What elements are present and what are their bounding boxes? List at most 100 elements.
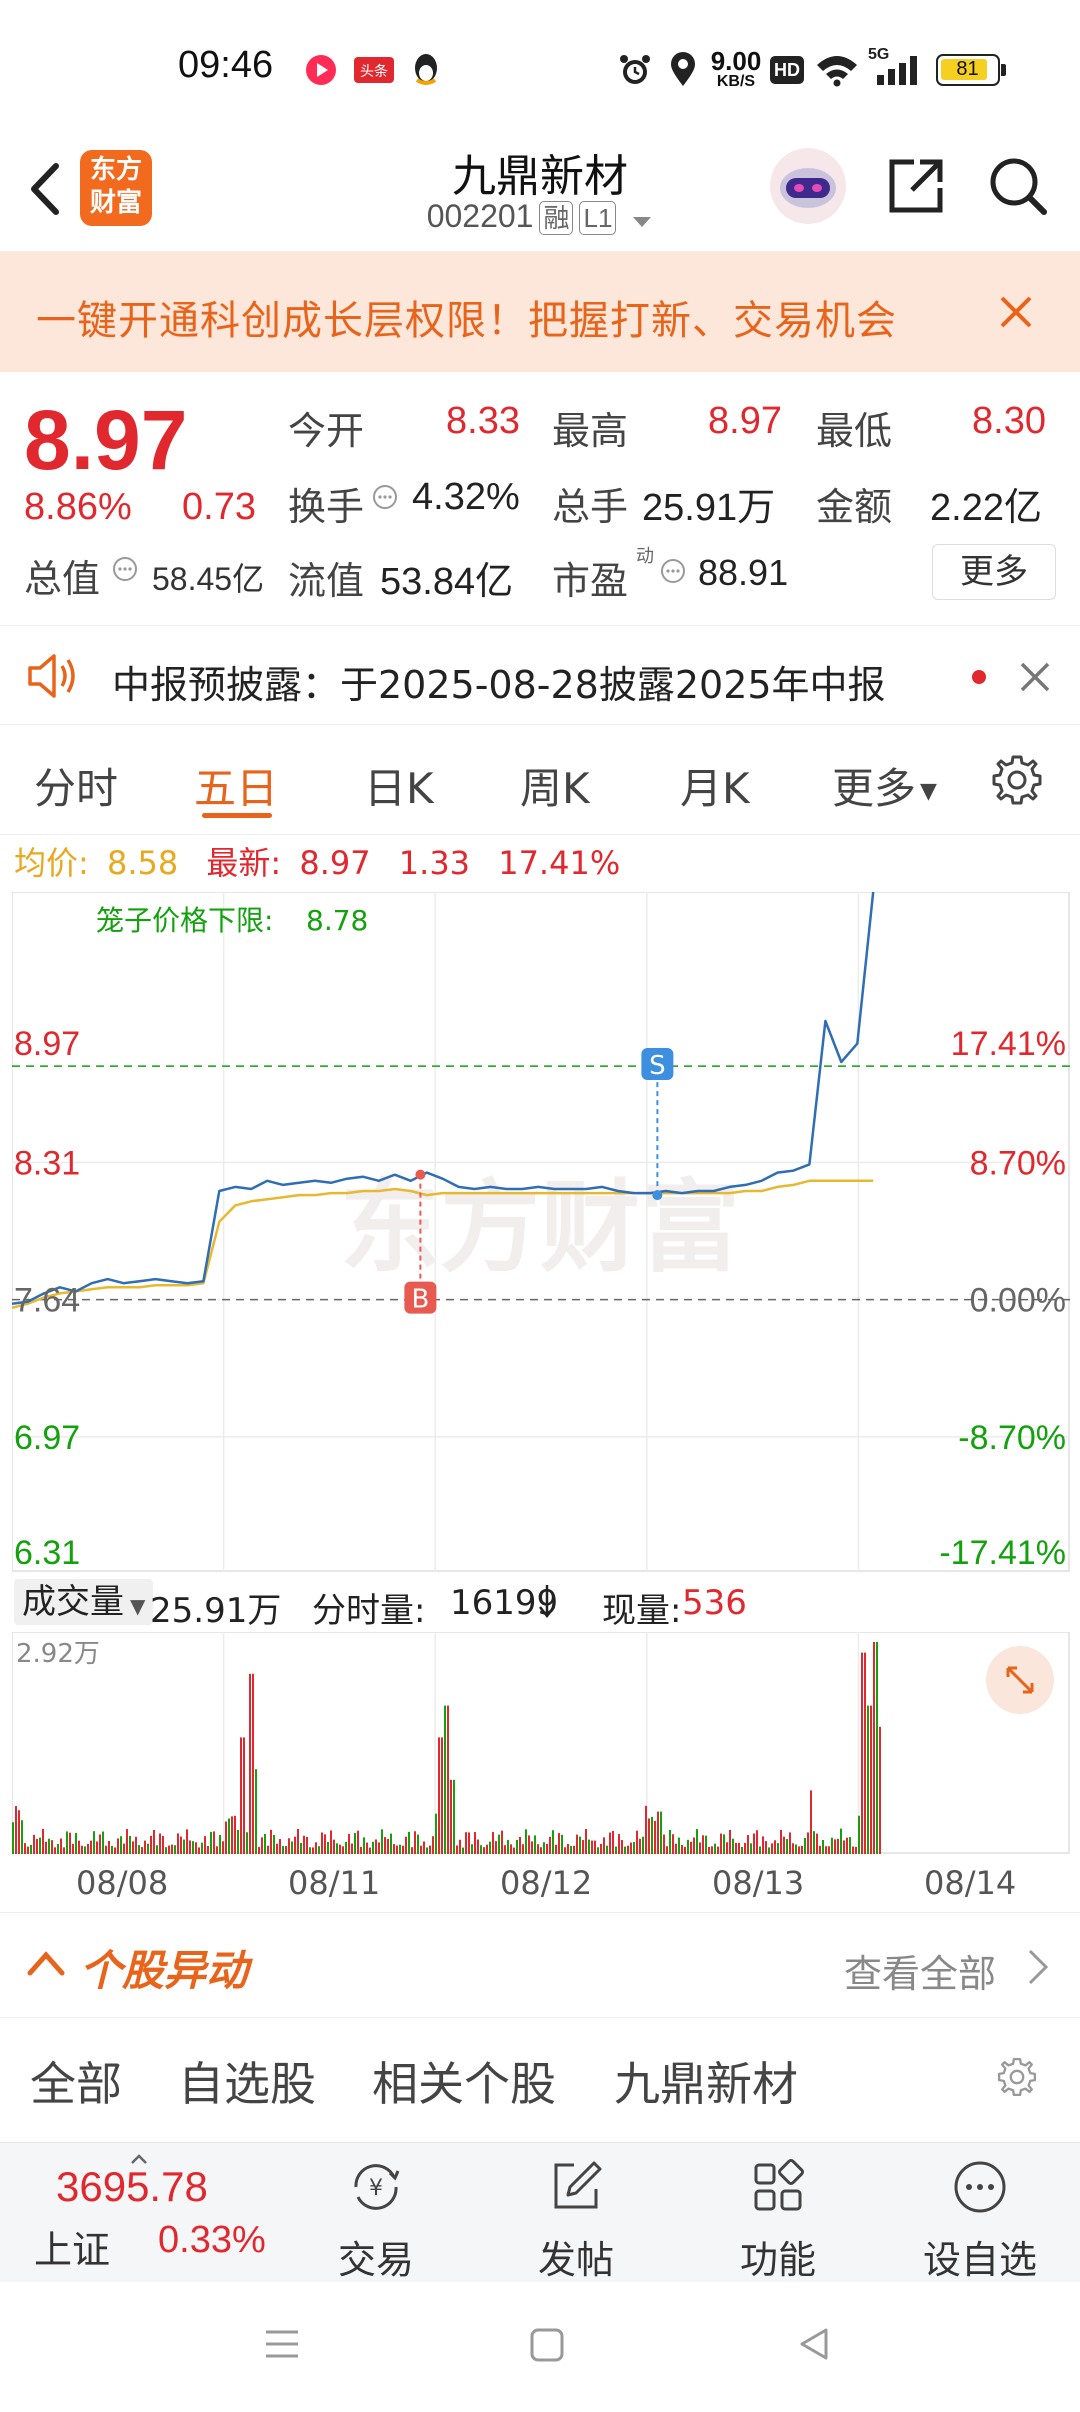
volume-info-bar: 成交量 ▼ 25.91万 分时量: 16199 现量: 536 xyxy=(0,1575,1080,1631)
volume-bar xyxy=(666,1846,668,1854)
info-icon[interactable] xyxy=(660,558,686,588)
filter-all[interactable]: 全部 xyxy=(30,2048,122,2114)
filter-stock[interactable]: 九鼎新材 xyxy=(614,2048,798,2114)
nav-trade[interactable]: ¥ 交易 xyxy=(296,2157,456,2284)
filter-watchlist[interactable]: 自选股 xyxy=(178,2048,316,2114)
volume-bar xyxy=(51,1840,53,1854)
tab-five-day[interactable]: 五日 xyxy=(194,755,278,816)
sell-marker-label: S xyxy=(649,1051,666,1081)
close-icon[interactable] xyxy=(1018,660,1052,698)
volume-bars xyxy=(12,1642,881,1854)
chevron-right-icon[interactable] xyxy=(1026,1947,1050,1991)
more-quote-button[interactable]: 更多 xyxy=(932,544,1056,600)
share-icon[interactable] xyxy=(884,154,948,218)
volume-bar xyxy=(186,1829,188,1854)
volume-bar xyxy=(573,1845,575,1854)
ai-robot-icon[interactable] xyxy=(768,146,848,226)
search-icon[interactable] xyxy=(986,154,1050,218)
left-axis-label: 7.64 xyxy=(14,1282,80,1320)
volume-bar xyxy=(225,1821,227,1854)
five-day-price-chart[interactable]: 东方财富 BS 8.97 17.41% 8.31 8.70% 7.64 0.00% 6.97… xyxy=(11,891,1070,1572)
volume-bar xyxy=(312,1847,314,1854)
expand-icon[interactable] xyxy=(986,1646,1054,1714)
gear-icon[interactable] xyxy=(990,753,1044,811)
volume-bar xyxy=(510,1844,512,1854)
volume-bar xyxy=(855,1846,857,1854)
volume-bar xyxy=(609,1832,611,1854)
volume-bar xyxy=(708,1846,710,1854)
tab-daily-k[interactable]: 日K xyxy=(364,755,434,816)
music-app-icon xyxy=(302,50,340,90)
volume-selector[interactable]: 成交量 ▼ xyxy=(14,1579,154,1625)
volume-bar xyxy=(93,1831,95,1854)
volume-bar xyxy=(828,1846,830,1854)
stock-abnormal-section[interactable]: 个股异动 查看全部 xyxy=(0,1912,1080,2018)
tab-weekly-k[interactable]: 周K xyxy=(520,755,590,816)
volume-bar xyxy=(201,1842,203,1854)
mktcap-label: 总值 xyxy=(24,557,101,601)
volume-bar xyxy=(642,1836,644,1854)
volume-bar xyxy=(702,1835,704,1854)
home-icon[interactable] xyxy=(528,2326,566,2368)
volume-bar xyxy=(327,1841,329,1854)
volume-bar xyxy=(243,1737,245,1854)
view-all-link[interactable]: 查看全部 xyxy=(844,1943,996,1998)
volume-bar xyxy=(177,1833,179,1854)
index-ticker[interactable]: 3695.78 上证 0.33% xyxy=(0,2143,270,2283)
volume-bar xyxy=(231,1816,233,1854)
volume-bar xyxy=(78,1840,80,1854)
volume-bar xyxy=(237,1829,239,1854)
volume-bar xyxy=(738,1842,740,1854)
high-label: 最高 xyxy=(552,409,629,453)
volume-bar xyxy=(774,1840,776,1854)
notice-bar[interactable]: 中报预披露：于2025-08-28披露2025年中报 xyxy=(0,625,1080,725)
speaker-icon xyxy=(26,650,82,706)
volume-bar xyxy=(153,1829,155,1854)
volume-bar xyxy=(372,1841,374,1854)
notice-text: 中报预披露：于2025-08-28披露2025年中报 xyxy=(112,663,886,707)
volume-bar xyxy=(696,1829,698,1854)
volume-bar xyxy=(282,1846,284,1854)
nav-add-watchlist[interactable]: 设自选 xyxy=(900,2157,1060,2284)
volume-bar xyxy=(396,1845,398,1854)
tab-intraday[interactable]: 分时 xyxy=(34,755,118,816)
volume-bar xyxy=(822,1840,824,1854)
menu-icon[interactable] xyxy=(262,2324,302,2368)
right-axis-label: 0.00% xyxy=(970,1282,1066,1320)
chevron-down-icon[interactable] xyxy=(631,200,653,237)
cage-price-label: 笼子价格下限: xyxy=(96,904,273,937)
volume-bar xyxy=(141,1847,143,1854)
volume-bar xyxy=(873,1642,875,1854)
volume-bar xyxy=(528,1835,530,1854)
volume-bar xyxy=(435,1813,437,1854)
volume-bar xyxy=(816,1833,818,1854)
back-triangle-icon[interactable] xyxy=(794,2324,834,2368)
promo-banner[interactable]: 一键开通科创成长层权限！把握打新、交易机会 xyxy=(0,252,1080,372)
cage-price-value: 8.78 xyxy=(306,904,368,937)
abnormal-filter-tabs: 全部 自选股 相关个股 九鼎新材 xyxy=(0,2018,1080,2124)
close-icon[interactable] xyxy=(996,292,1036,332)
volume-bar xyxy=(732,1838,734,1854)
volume-bar xyxy=(723,1834,725,1854)
nav-post[interactable]: 发帖 xyxy=(496,2157,656,2284)
tab-monthly-k[interactable]: 月K xyxy=(680,755,750,816)
volume-bar xyxy=(849,1837,851,1854)
location-icon xyxy=(665,50,701,90)
info-icon[interactable] xyxy=(112,556,138,586)
volume-bar xyxy=(792,1843,794,1854)
chevron-up-icon[interactable] xyxy=(26,1943,66,1987)
volume-bar xyxy=(720,1833,722,1854)
volume-bar xyxy=(552,1830,554,1854)
volume-bar xyxy=(879,1726,881,1854)
volume-bar xyxy=(150,1835,152,1854)
volume-bar xyxy=(195,1842,197,1854)
filter-related[interactable]: 相关个股 xyxy=(372,2048,556,2114)
tab-more[interactable]: 更多 ▼ xyxy=(832,755,937,816)
info-icon[interactable] xyxy=(372,484,398,514)
nav-functions[interactable]: 功能 xyxy=(698,2157,858,2284)
volume-chart[interactable]: 2.92万 xyxy=(11,1631,1070,1854)
volume-bar xyxy=(483,1847,485,1854)
volume-bar xyxy=(57,1844,59,1854)
volume-bar xyxy=(129,1836,131,1854)
gear-icon[interactable] xyxy=(996,2056,1038,2102)
